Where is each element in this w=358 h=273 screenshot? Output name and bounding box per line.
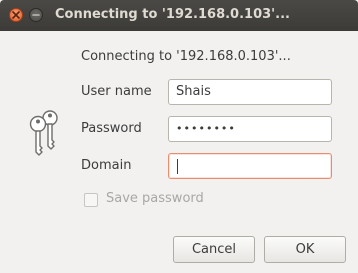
password-value: ••••••••	[176, 122, 236, 135]
save-password-checkbox[interactable]	[84, 193, 98, 207]
username-value: Shais	[176, 84, 211, 99]
title-bar[interactable]: Connecting to '192.168.0.103'...	[0, 0, 358, 31]
connect-dialog: Connecting to '192.168.0.103'... Connect…	[0, 0, 358, 273]
minimize-icon	[32, 14, 40, 16]
dialog-heading: Connecting to '192.168.0.103'...	[81, 49, 291, 64]
username-field[interactable]: Shais	[168, 79, 332, 105]
save-password-label: Save password	[106, 191, 204, 206]
close-icon	[12, 11, 20, 19]
text-caret	[177, 159, 178, 174]
ok-button[interactable]: OK	[264, 236, 346, 263]
close-button[interactable]	[9, 8, 23, 22]
window-title: Connecting to '192.168.0.103'...	[55, 7, 290, 22]
domain-field[interactable]	[168, 153, 332, 179]
keys-icon	[29, 110, 58, 156]
password-field[interactable]: ••••••••	[168, 116, 332, 142]
domain-label: Domain	[81, 158, 132, 173]
cancel-button[interactable]: Cancel	[173, 236, 255, 263]
minimize-button[interactable]	[29, 8, 43, 22]
password-label: Password	[81, 121, 142, 136]
username-label: User name	[81, 84, 152, 99]
